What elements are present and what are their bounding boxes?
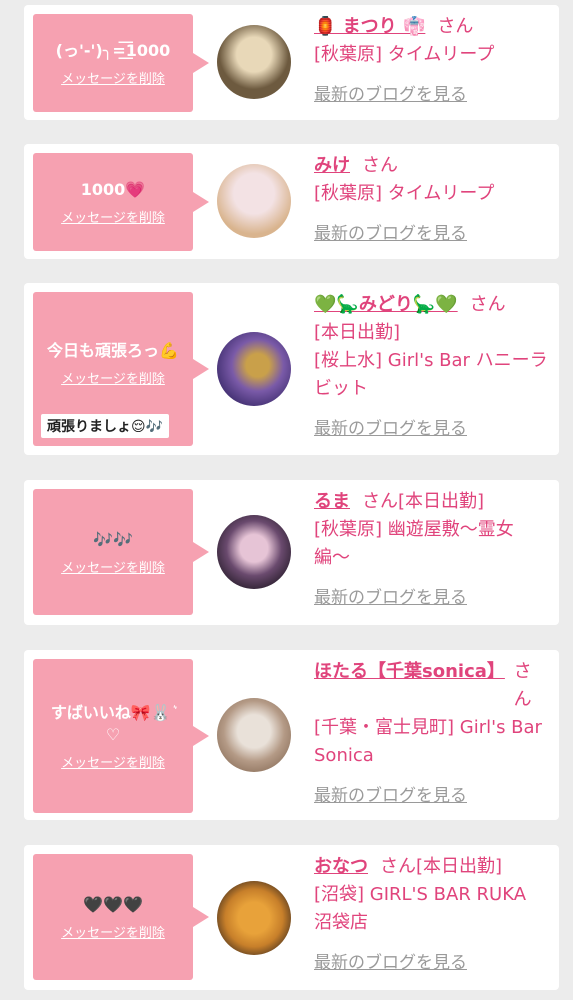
cast-info: 💚🦕みどり🦕💚 さん [本日出勤] [桜上水] Girl's Bar ハニーラビッ… <box>314 291 549 443</box>
message-card: 1000💗 メッセージを削除 みけ さん [秋葉原] タイムリープ 最新のブログを… <box>24 144 559 259</box>
cast-name-link[interactable]: 💚🦕みどり🦕💚 <box>314 294 458 315</box>
shop-label: [沼袋] GIRL'S BAR RUKA 沼袋店 <box>314 884 527 933</box>
work-status: [本日出勤] <box>314 322 401 343</box>
latest-blog-link[interactable]: 最新のブログを見る <box>314 85 467 105</box>
message-card: 🖤🖤🖤 メッセージを削除 おなつ さん[本日出勤] [沼袋] GIRL'S BAR… <box>24 845 559 990</box>
latest-blog-link[interactable]: 最新のブログを見る <box>314 588 467 608</box>
reply-text: 頑張りましょ😌🎶 <box>41 414 170 438</box>
cast-info: 🏮 まつり 👘 さん [秋葉原] タイムリープ 最新のブログを見る <box>314 13 549 109</box>
message-bubble: すばいいね🎀🐰‪‪ ͛ ♡ メッセージを削除 <box>33 659 209 813</box>
cast-info: みけ さん [秋葉原] タイムリープ 最新のブログを見る <box>314 152 549 248</box>
honorific: さん <box>469 294 506 315</box>
delete-message-link[interactable]: メッセージを削除 <box>61 922 165 941</box>
delete-message-link[interactable]: メッセージを削除 <box>61 207 165 226</box>
message-text: 1000💗 <box>80 179 146 199</box>
message-card: 今日も頑張ろっ💪 メッセージを削除 頑張りましょ😌🎶 💚🦕みどり🦕💚 さん [本日… <box>24 283 559 455</box>
cast-info: おなつ さん[本日出勤] [沼袋] GIRL'S BAR RUKA 沼袋店 最新の… <box>314 853 549 977</box>
message-text: 🖤🖤🖤 <box>83 894 143 914</box>
latest-blog-link[interactable]: 最新のブログを見る <box>314 224 467 244</box>
message-text: 今日も頑張ろっ💪 <box>47 341 179 360</box>
honorific: さん <box>437 16 474 37</box>
message-card: すばいいね🎀🐰‪‪ ͛ ♡ メッセージを削除 ほたる【千葉sonica】 さん [… <box>24 650 559 820</box>
cast-name-link[interactable]: みけ <box>314 155 350 176</box>
message-card: 🎶🎶 メッセージを削除 るま さん[本日出勤] [秋葉原] 幽遊屋敷〜霊女編〜 最… <box>24 480 559 625</box>
avatar[interactable] <box>217 515 291 589</box>
latest-blog-link[interactable]: 最新のブログを見る <box>314 786 467 806</box>
avatar[interactable] <box>217 332 291 406</box>
message-bubble: (っ'-')╮=͟͟͞͞1000 メッセージを削除 <box>33 14 209 112</box>
latest-blog-link[interactable]: 最新のブログを見る <box>314 953 467 973</box>
avatar[interactable] <box>217 25 291 99</box>
message-bubble: 🖤🖤🖤 メッセージを削除 <box>33 854 209 980</box>
message-bubble: 🎶🎶 メッセージを削除 <box>33 489 209 615</box>
shop-label: [秋葉原] タイムリープ <box>314 44 495 65</box>
honorific: さん <box>362 491 398 512</box>
avatar[interactable] <box>217 881 291 955</box>
latest-blog-link[interactable]: 最新のブログを見る <box>314 419 467 439</box>
delete-message-link[interactable]: メッセージを削除 <box>61 368 165 387</box>
cast-info: るま さん[本日出勤] [秋葉原] 幽遊屋敷〜霊女編〜 最新のブログを見る <box>314 488 549 612</box>
delete-message-link[interactable]: メッセージを削除 <box>61 557 165 576</box>
shop-label: [桜上水] Girl's Bar ハニーラビット <box>314 350 548 399</box>
cast-name-link[interactable]: おなつ <box>314 856 368 877</box>
message-text: (っ'-')╮=͟͟͞͞1000 <box>55 40 171 60</box>
cast-name-link[interactable]: ほたる【千葉sonica】 <box>314 658 505 714</box>
avatar[interactable] <box>217 698 291 772</box>
delete-message-link[interactable]: メッセージを削除 <box>61 68 165 87</box>
work-status: [本日出勤] <box>398 491 485 512</box>
honorific: さん <box>513 661 532 710</box>
delete-message-link[interactable]: メッセージを削除 <box>61 752 165 771</box>
cast-info: ほたる【千葉sonica】 さん [千葉・富士見町] Girl's Bar Son… <box>314 658 549 810</box>
honorific: さん <box>362 155 398 176</box>
work-status: [本日出勤] <box>416 856 503 877</box>
avatar[interactable] <box>217 164 291 238</box>
shop-label: [千葉・富士見町] Girl's Bar Sonica <box>314 717 542 766</box>
cast-name-link[interactable]: 🏮 まつり 👘 <box>314 16 425 37</box>
message-card: (っ'-')╮=͟͟͞͞1000 メッセージを削除 🏮 まつり 👘 さん [秋葉原… <box>24 5 559 120</box>
message-bubble: 1000💗 メッセージを削除 <box>33 153 209 251</box>
cast-name-link[interactable]: るま <box>314 491 350 512</box>
message-text: すばいいね🎀🐰‪‪ ͛ ♡ <box>50 702 176 744</box>
honorific: さん <box>380 856 416 877</box>
message-bubble: 今日も頑張ろっ💪 メッセージを削除 頑張りましょ😌🎶 <box>33 292 209 446</box>
shop-label: [秋葉原] 幽遊屋敷〜霊女編〜 <box>314 519 514 568</box>
shop-label: [秋葉原] タイムリープ <box>314 183 495 204</box>
message-text: 🎶🎶 <box>93 529 133 549</box>
